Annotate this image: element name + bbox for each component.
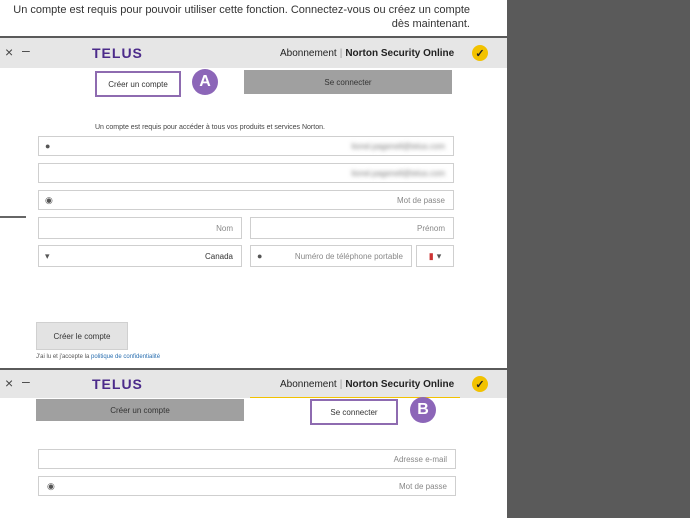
window-b-titlebar: × – TELUS Abonnement | Norton Security Onl… — [0, 370, 507, 398]
close-icon[interactable]: × — [5, 44, 13, 60]
app-title: Abonnement | Norton Security Online — [280, 48, 455, 59]
norton-check-icon: ✓ — [472, 45, 488, 61]
brand-label-b: Norton Security Online — [345, 379, 455, 390]
tab-create-account[interactable]: Créer un compte — [95, 71, 181, 97]
badge-a-label: A — [199, 73, 211, 90]
tab-signin-label-b: Se connecter — [330, 407, 378, 417]
email-confirm-value: lionel.pagenell@telus.com — [351, 168, 445, 178]
privacy-consent: J'ai lu et j'accepte la politique de con… — [36, 354, 160, 360]
chevron-down-icon-country: ▾ — [45, 251, 50, 261]
tab-create-label-b: Créer un compte — [110, 405, 170, 415]
firstname-field[interactable]: Prénom — [250, 217, 454, 239]
tab-signin-b[interactable]: Se connecter — [310, 399, 398, 425]
telus-logo-text-b: TELUS — [92, 376, 143, 392]
window-a-intro-text: Un compte est requis pour accéder à tous… — [95, 124, 325, 131]
phone-field[interactable]: ● Numéro de téléphone portable — [250, 245, 412, 267]
section-label-b: Abonnement — [280, 379, 337, 390]
password-field-b[interactable]: ◉ Mot de passe — [38, 476, 456, 496]
email-field[interactable]: ● lionel.pagenell@telus.com — [38, 136, 454, 156]
tab-signin-label: Se connecter — [324, 77, 372, 87]
phone-country-code-select[interactable]: ▮ ▾ — [416, 245, 454, 267]
close-icon-b[interactable]: × — [5, 375, 13, 391]
email-placeholder-b: Adresse e-mail — [393, 454, 447, 464]
email-value: lionel.pagenell@telus.com — [351, 141, 445, 151]
minimize-icon-b[interactable]: – — [22, 373, 30, 389]
app-title-b: Abonnement | Norton Security Online — [280, 379, 455, 390]
privacy-policy-link[interactable]: politique de confidentialité — [91, 354, 160, 360]
eye-icon[interactable]: ◉ — [45, 195, 53, 206]
chevron-down-icon: ▾ — [436, 250, 442, 261]
left-edge-line — [0, 216, 26, 218]
country-value: Canada — [204, 251, 233, 261]
password-placeholder-b: Mot de passe — [398, 481, 447, 491]
create-account-button[interactable]: Créer le compte — [36, 322, 128, 350]
email-field-b[interactable]: Adresse e-mail — [38, 449, 456, 469]
section-label: Abonnement — [280, 48, 337, 59]
info-icon[interactable]: ● — [45, 141, 50, 151]
minimize-icon[interactable]: – — [22, 42, 30, 58]
callout-badge-b: B — [410, 397, 436, 423]
email-confirm-field[interactable]: lionel.pagenell@telus.com — [38, 163, 454, 183]
firstname-placeholder: Prénom — [416, 223, 445, 233]
eye-icon-b[interactable]: ◉ — [47, 481, 55, 492]
flag-icon: ▮ — [428, 250, 434, 261]
tab-signin[interactable]: Se connecter — [244, 70, 452, 94]
tab-create-label: Créer un compte — [108, 79, 168, 89]
tab-create-account-b[interactable]: Créer un compte — [36, 399, 244, 421]
telus-logo-text: TELUS — [92, 45, 143, 61]
phone-placeholder: Numéro de téléphone portable — [294, 251, 403, 261]
callout-badge-a: A — [192, 69, 218, 95]
country-select[interactable]: ▾ Canada — [38, 245, 242, 267]
create-account-label: Créer le compte — [53, 331, 111, 341]
brand-label: Norton Security Online — [345, 48, 455, 59]
window-a-titlebar: × – TELUS Abonnement | Norton Security Onl… — [0, 38, 507, 68]
info-icon-phone[interactable]: ● — [257, 251, 262, 261]
password-placeholder: Mot de passe — [396, 195, 445, 205]
message-line-2: dès maintenant. — [391, 18, 470, 30]
norton-check-icon-b: ✓ — [472, 376, 488, 392]
privacy-prefix: J'ai lu et j'accepte la — [36, 354, 90, 360]
password-field[interactable]: ◉ Mot de passe — [38, 190, 454, 210]
message-line-1: Un compte est requis pour pouvoir utilis… — [13, 4, 470, 16]
lastname-field[interactable]: Nom — [38, 217, 242, 239]
badge-b-label: B — [417, 401, 429, 418]
lastname-placeholder: Nom — [216, 223, 233, 233]
telus-logo-b: TELUS — [92, 376, 143, 392]
telus-logo: TELUS — [92, 45, 143, 61]
